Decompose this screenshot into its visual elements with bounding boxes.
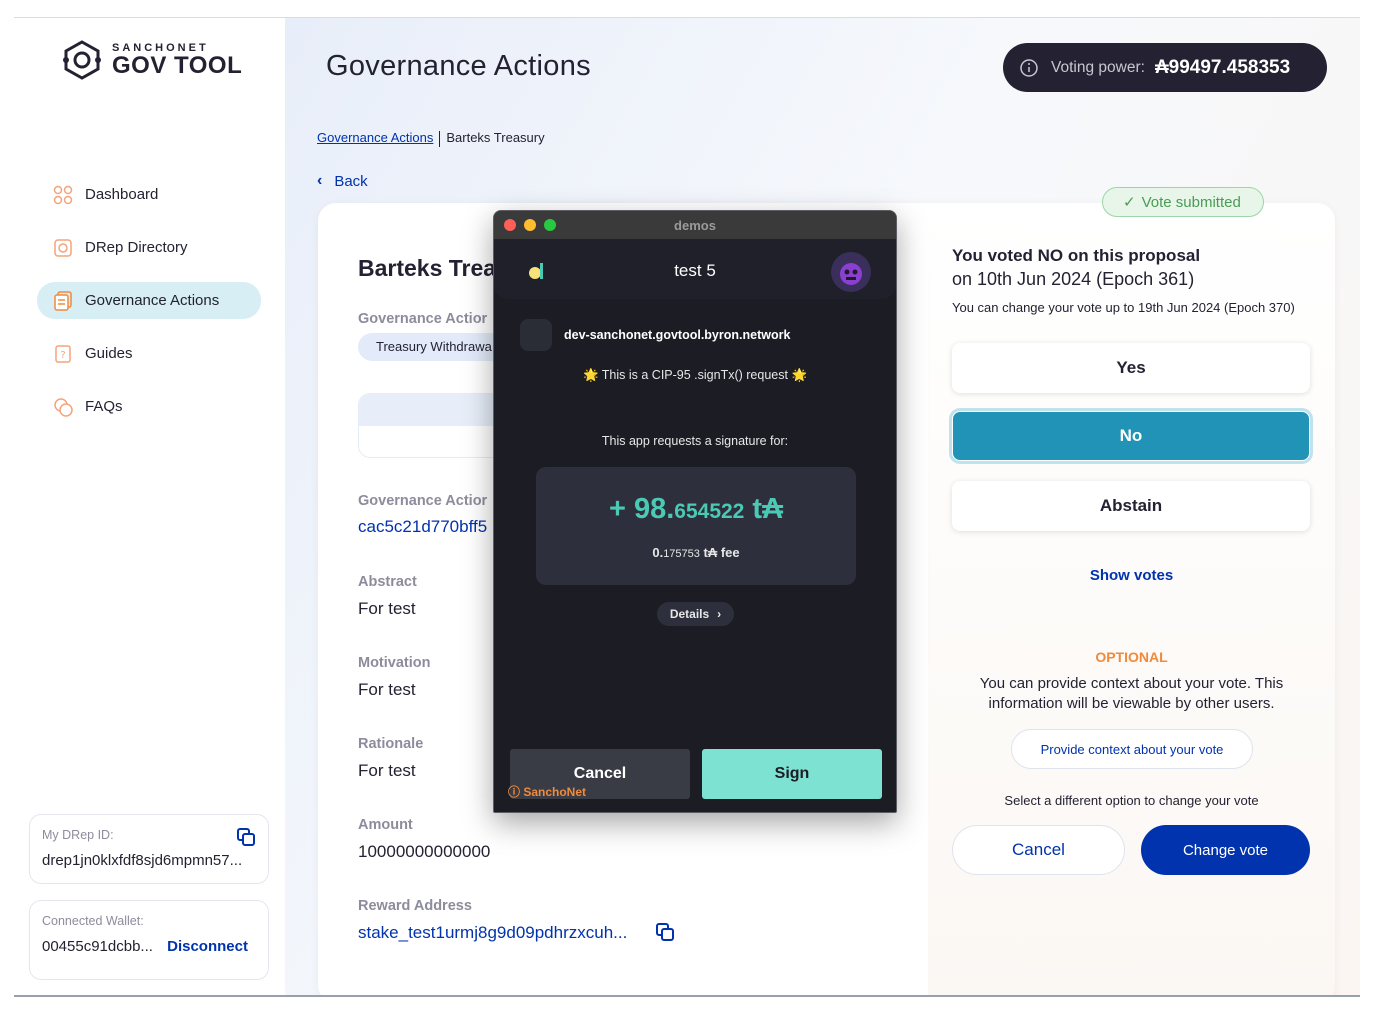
site-url: dev-sanchonet.govtool.byron.network: [564, 328, 791, 342]
app-logo[interactable]: SANCHONET GOV TOOL: [60, 40, 242, 80]
details-label: Details: [669, 607, 710, 621]
vote-deadline-note: You can change your vote up to 19th Jun …: [952, 300, 1295, 315]
back-label: Back: [334, 172, 368, 190]
breadcrumb-separator: [439, 130, 441, 147]
provide-context-button[interactable]: Provide context about your vote: [1011, 729, 1253, 769]
vote-panel: You voted NO on this proposal on 10th Ju…: [928, 203, 1335, 995]
chevron-left-icon: ‹: [317, 172, 323, 189]
sidebar-item-guides[interactable]: ? Guides: [37, 335, 261, 372]
cancel-button[interactable]: Cancel: [952, 825, 1125, 875]
svg-text:?: ?: [60, 350, 65, 361]
sidebar-item-faqs[interactable]: FAQs: [37, 388, 261, 425]
sidebar-item-governance-actions[interactable]: Governance Actions: [37, 282, 261, 319]
amount-unit: t₳: [744, 493, 784, 525]
sidebar-item-label: Dashboard: [85, 186, 159, 203]
voting-power-label: Voting power:: [1051, 58, 1145, 76]
action-id-value[interactable]: cac5c21d770bff5: [358, 517, 487, 537]
wallet-sign-popup: demos test 5 dev-sanchonet.govtool.byron…: [493, 210, 897, 813]
page-title: Governance Actions: [326, 50, 591, 82]
disconnect-button[interactable]: Disconnect: [167, 938, 248, 955]
sidebar-item-drep-directory[interactable]: DRep Directory: [37, 229, 261, 266]
vote-date: on 10th Jun 2024 (Epoch 361): [952, 269, 1195, 289]
rationale-label: Rationale: [358, 736, 424, 752]
motivation-value: For test: [358, 680, 416, 699]
sidebar-item-dashboard[interactable]: Dashboard: [37, 176, 261, 213]
transaction-amount: + 98.654522 t₳: [536, 493, 856, 526]
chevron-right-icon: ›: [717, 607, 722, 621]
guides-icon: ?: [55, 344, 71, 363]
drep-id-label: My DRep ID:: [42, 828, 114, 842]
avatar-icon: [840, 263, 862, 285]
amount-integer: + 98.: [608, 493, 675, 525]
network-name: SanchoNet: [523, 785, 587, 799]
fee-integer: 0.: [652, 545, 664, 560]
abstract-label: Abstract: [358, 574, 417, 590]
sign-button[interactable]: Sign: [702, 749, 882, 799]
dashboard-icon: [53, 185, 73, 204]
network-badge: ⓘ SanchoNet: [508, 785, 587, 799]
sidebar: SANCHONET GOV TOOL Dashboard DRep Direct…: [14, 18, 285, 995]
governance-actions-icon: [54, 290, 72, 311]
breadcrumb: Governance Actions Barteks Treasury: [317, 130, 545, 147]
voting-power-value: ₳99497.458353: [1154, 56, 1291, 78]
proposal-title: Barteks Trea: [358, 255, 497, 281]
amount-label: Amount: [358, 817, 413, 833]
transaction-fee: 0.175753 t₳ fee: [536, 545, 856, 560]
popup-titlebar: demos: [494, 211, 896, 239]
amount-box: + 98.654522 t₳ 0.175753 t₳ fee: [536, 467, 856, 585]
avatar[interactable]: [831, 252, 871, 292]
vote-abstain-button[interactable]: Abstain: [952, 481, 1310, 531]
sidebar-item-label: Guides: [85, 345, 133, 362]
wallet-card: Connected Wallet: 00455c91dcbb... Discon…: [29, 900, 269, 980]
reward-address-label: Reward Address: [358, 898, 472, 914]
fee-decimals: 175753: [663, 548, 700, 560]
sidebar-nav: Dashboard DRep Directory Governance Acti…: [37, 176, 261, 441]
vote-submitted-badge: ✓ Vote submitted: [1102, 187, 1264, 217]
details-button[interactable]: Details ›: [657, 602, 734, 626]
logo-name: GOV TOOL: [112, 52, 243, 79]
drep-id-value: drep1jn0klxfdf8sjd6mpmn57...: [42, 852, 243, 869]
change-vote-hint: Select a different option to change your…: [1004, 793, 1259, 808]
signature-request-text: This app requests a signature for:: [601, 434, 789, 448]
drep-id-card: My DRep ID: drep1jn0klxfdf8sjd6mpmn57...: [29, 814, 269, 884]
copy-icon[interactable]: [236, 827, 256, 847]
sidebar-item-label: Governance Actions: [85, 292, 220, 309]
faqs-icon: [54, 397, 73, 417]
abstract-value: For test: [358, 599, 416, 618]
action-type-label: Governance Actior: [358, 311, 488, 327]
vote-no-button[interactable]: No: [952, 411, 1310, 461]
motivation-label: Motivation: [358, 655, 431, 671]
change-vote-button[interactable]: Change vote: [1141, 825, 1310, 875]
amount-value: 10000000000000: [358, 842, 491, 861]
back-button[interactable]: ‹ Back: [317, 172, 368, 190]
vote-submitted-label: Vote submitted: [1141, 193, 1241, 211]
site-icon: [520, 319, 552, 351]
vote-heading: You voted NO on this proposal: [952, 246, 1201, 265]
vote-yes-button[interactable]: Yes: [952, 343, 1310, 393]
popup-header: test 5: [494, 239, 896, 299]
check-icon: ✓: [1123, 194, 1136, 211]
action-id-label: Governance Actior: [358, 493, 488, 509]
sidebar-item-label: DRep Directory: [85, 239, 188, 256]
show-votes-link[interactable]: Show votes: [928, 567, 1335, 584]
voting-power-badge: Voting power: ₳99497.458353: [1003, 43, 1327, 92]
breadcrumb-link[interactable]: Governance Actions: [317, 130, 433, 145]
popup-window-title: demos: [674, 217, 716, 233]
breadcrumb-current: Barteks Treasury: [446, 130, 545, 145]
optional-label: OPTIONAL: [1095, 649, 1168, 665]
dapp-site: dev-sanchonet.govtool.byron.network: [520, 319, 790, 351]
cip-request-text: 🌟 This is a CIP-95 .signTx() request 🌟: [582, 368, 808, 382]
fee-unit: t₳ fee: [699, 545, 740, 560]
amount-decimals: 654522: [674, 500, 745, 523]
wallet-label: Connected Wallet:: [42, 914, 144, 928]
rationale-value: For test: [358, 761, 416, 780]
drep-directory-icon: [54, 238, 72, 257]
copy-icon[interactable]: [655, 922, 675, 942]
optional-description: You can provide context about your vote.…: [979, 675, 1284, 712]
logo-icon: [63, 40, 101, 80]
info-icon[interactable]: [1019, 58, 1039, 78]
wallet-address: 00455c91dcbb...: [42, 938, 153, 955]
sidebar-item-label: FAQs: [85, 398, 123, 415]
reward-address-value[interactable]: stake_test1urmj8g9d09pdhrzxcuh...: [358, 923, 627, 943]
